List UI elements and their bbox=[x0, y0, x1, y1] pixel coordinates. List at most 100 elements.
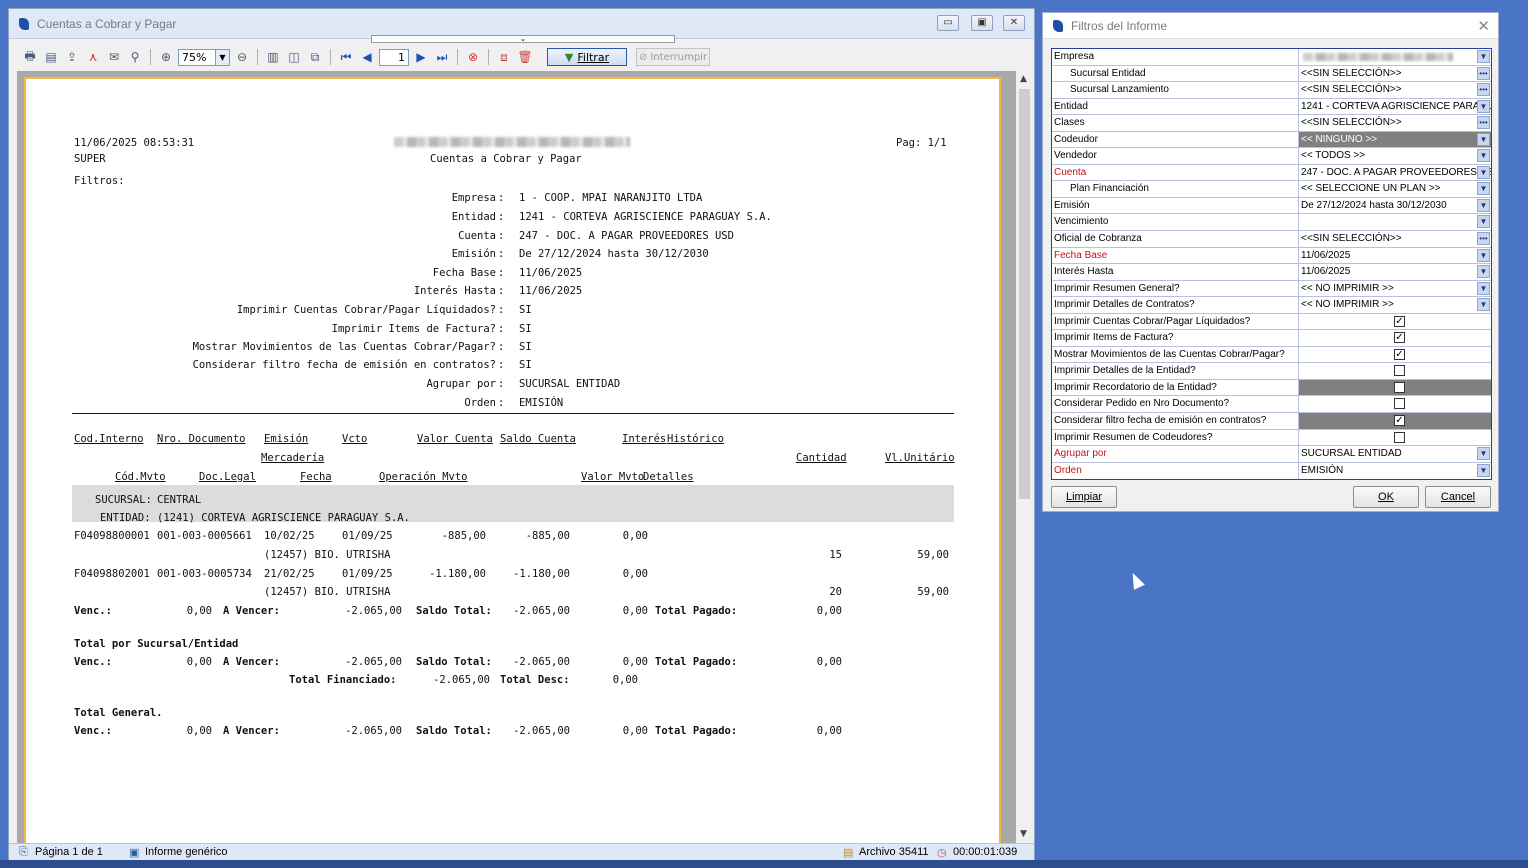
oficial-cobranza-picker[interactable]: <<SIN SELECCIÓN>> ••• bbox=[1299, 231, 1491, 247]
filter-row-codeudor[interactable]: Codeudor << NINGUNO >> ▼ bbox=[1052, 131, 1491, 149]
detalles-contratos-select[interactable]: << NO IMPRIMIR >> ▼ bbox=[1299, 297, 1491, 313]
chevron-down-icon[interactable]: ▼ bbox=[1477, 198, 1490, 212]
ellipsis-icon[interactable]: ••• bbox=[1477, 66, 1490, 80]
filter-row-vendedor[interactable]: Vendedor << TODOS >> ▼ bbox=[1052, 148, 1491, 165]
chevron-down-icon[interactable]: ▼ bbox=[1477, 182, 1490, 196]
filter-row-oficial-cobranza[interactable]: Oficial de Cobranza <<SIN SELECCIÓN>> ••• bbox=[1052, 231, 1491, 248]
chevron-down-icon[interactable]: ▼ bbox=[216, 48, 230, 66]
filter-row-interes-hasta[interactable]: Interés Hasta 11/06/2025 ▼ bbox=[1052, 264, 1491, 281]
empresa-select[interactable]: ▼ bbox=[1299, 49, 1491, 65]
delete-icon[interactable]: 🗑 bbox=[516, 48, 534, 66]
filter-row-entidad[interactable]: Entidad 1241 - CORTEVA AGRISCIENCE PARAG… bbox=[1052, 98, 1491, 116]
two-page-icon[interactable]: ◫ bbox=[285, 48, 303, 66]
stop-icon[interactable]: ⊗ bbox=[464, 48, 482, 66]
codeudor-select[interactable]: << NINGUNO >> ▼ bbox=[1299, 131, 1491, 148]
items-factura-checkbox[interactable]: ✓ bbox=[1394, 332, 1405, 344]
vertical-scrollbar[interactable]: ▲ ▼ bbox=[1016, 71, 1033, 843]
export-icon[interactable]: ⇪ bbox=[63, 48, 81, 66]
plan-financiacion-select[interactable]: << SELECCIONE UN PLAN >> ▼ bbox=[1299, 181, 1491, 197]
filter-row-clases[interactable]: Clases <<SIN SELECCIÓN>> ••• bbox=[1052, 115, 1491, 132]
ellipsis-icon[interactable]: ••• bbox=[1477, 232, 1490, 246]
zoom-out-icon[interactable]: ⊖ bbox=[233, 48, 251, 66]
filter-row-resumen-codeudores[interactable]: Imprimir Resumen de Codeudores? bbox=[1052, 429, 1491, 447]
dialog-title-bar[interactable]: Filtros del Informe ✕ bbox=[1043, 13, 1498, 39]
chevron-down-icon[interactable]: ▼ bbox=[1477, 99, 1490, 113]
resumen-general-select[interactable]: << NO IMPRIMIR >> ▼ bbox=[1299, 281, 1491, 297]
page-input[interactable]: 1 bbox=[379, 48, 409, 66]
maximize-button[interactable]: ▣ bbox=[971, 15, 993, 31]
scroll-down-icon[interactable]: ▼ bbox=[1020, 829, 1027, 839]
sucursal-lanzamiento-picker[interactable]: <<SIN SELECCIÓN>> ••• bbox=[1299, 82, 1491, 98]
close-icon[interactable]: ✕ bbox=[1477, 17, 1490, 35]
single-page-icon[interactable]: ▥ bbox=[264, 48, 282, 66]
filter-row-empresa[interactable]: Empresa ▼ bbox=[1052, 49, 1491, 66]
entidad-select[interactable]: 1241 - CORTEVA AGRISCIENCE PARAGUAY S.A.… bbox=[1299, 99, 1491, 115]
sucursal-entidad-picker[interactable]: <<SIN SELECCIÓN>> ••• bbox=[1299, 66, 1491, 82]
zoom-in-icon[interactable]: ⊕ bbox=[157, 48, 175, 66]
pedido-checkbox[interactable] bbox=[1394, 398, 1405, 410]
filter-row-liquidados[interactable]: Imprimir Cuentas Cobrar/Pagar Líquidados… bbox=[1052, 313, 1491, 331]
fecha-base-select[interactable]: 11/06/2025 ▼ bbox=[1299, 248, 1491, 264]
chevron-down-icon[interactable]: ▼ bbox=[1477, 447, 1490, 461]
filter-row-items-factura[interactable]: Imprimir Items de Factura? ✓ bbox=[1052, 330, 1491, 347]
filter-row-resumen-general[interactable]: Imprimir Resumen General? << NO IMPRIMIR… bbox=[1052, 280, 1491, 298]
filter-row-fecha-base[interactable]: Fecha Base 11/06/2025 ▼ bbox=[1052, 247, 1491, 265]
zoom-select[interactable]: 75% ▼ bbox=[178, 48, 230, 66]
interes-hasta-select[interactable]: 11/06/2025 ▼ bbox=[1299, 264, 1491, 280]
chevron-down-icon[interactable]: ▼ bbox=[1477, 149, 1490, 163]
filter-row-sucursal-entidad[interactable]: Sucursal Entidad <<SIN SELECCIÓN>> ••• bbox=[1052, 65, 1491, 83]
chevron-down-icon[interactable]: ▼ bbox=[1477, 248, 1490, 262]
ok-button[interactable]: OK bbox=[1353, 486, 1419, 508]
chevron-down-icon[interactable]: ▼ bbox=[1477, 132, 1490, 146]
close-button[interactable]: ✕ bbox=[1003, 15, 1025, 31]
chevron-down-icon[interactable]: ▼ bbox=[1477, 463, 1490, 477]
filter-row-emision[interactable]: Emisión De 27/12/2024 hasta 30/12/2030 ▼ bbox=[1052, 197, 1491, 215]
pdf-icon[interactable]: ⋏ bbox=[84, 48, 102, 66]
copy-icon[interactable]: ⧈ bbox=[495, 48, 513, 66]
detalles-entidad-checkbox[interactable] bbox=[1394, 365, 1405, 377]
scroll-up-icon[interactable]: ▲ bbox=[1020, 74, 1027, 84]
filter-row-pedido[interactable]: Considerar Pedido en Nro Documento? bbox=[1052, 396, 1491, 414]
filter-row-movimientos[interactable]: Mostrar Movimientos de las Cuentas Cobra… bbox=[1052, 346, 1491, 364]
chevron-down-icon[interactable]: ▼ bbox=[1477, 281, 1490, 295]
fecha-emision-contratos-checkbox[interactable]: ✓ bbox=[1394, 415, 1405, 427]
save-icon[interactable]: ▤ bbox=[42, 48, 60, 66]
filter-row-vencimiento[interactable]: Vencimiento ▼ bbox=[1052, 214, 1491, 232]
resumen-codeudores-checkbox[interactable] bbox=[1394, 431, 1405, 443]
minimize-button[interactable]: ▭ bbox=[937, 15, 959, 31]
orden-select[interactable]: EMISIÓN ▼ bbox=[1299, 463, 1491, 480]
scroll-thumb[interactable] bbox=[1019, 89, 1030, 499]
chevron-down-icon[interactable]: ▼ bbox=[1477, 165, 1490, 179]
first-page-icon[interactable]: ⏮ bbox=[337, 48, 355, 66]
filter-row-detalles-contratos[interactable]: Imprimir Detalles de Contratos? << NO IM… bbox=[1052, 297, 1491, 314]
movimientos-checkbox[interactable]: ✓ bbox=[1394, 348, 1405, 360]
filter-row-recordatorio[interactable]: Imprimir Recordatorio de la Entidad? bbox=[1052, 379, 1491, 397]
next-page-icon[interactable]: ▶ bbox=[412, 48, 430, 66]
recordatorio-checkbox[interactable] bbox=[1394, 381, 1405, 393]
ellipsis-icon[interactable]: ••• bbox=[1477, 83, 1490, 97]
filter-row-sucursal-lanzamiento[interactable]: Sucursal Lanzamiento <<SIN SELECCIÓN>> ••… bbox=[1052, 82, 1491, 99]
filter-row-agrupar[interactable]: Agrupar por SUCURSAL ENTIDAD ▼ bbox=[1052, 446, 1491, 463]
report-viewer[interactable]: 11/06/2025 08:53:31 SUPER Cuentas a Cobr… bbox=[17, 71, 1017, 843]
limpiar-button[interactable]: Limpiar bbox=[1051, 486, 1117, 508]
cancel-button[interactable]: Cancel bbox=[1425, 486, 1491, 508]
filter-row-cuenta[interactable]: Cuenta 247 - DOC. A PAGAR PROVEEDORES US… bbox=[1052, 164, 1491, 182]
email-icon[interactable]: ✉ bbox=[105, 48, 123, 66]
ellipsis-icon[interactable]: ••• bbox=[1477, 116, 1490, 130]
chevron-down-icon[interactable]: ▼ bbox=[1477, 265, 1490, 279]
filter-row-detalles-entidad[interactable]: Imprimir Detalles de la Entidad? bbox=[1052, 363, 1491, 380]
cuenta-select[interactable]: 247 - DOC. A PAGAR PROVEEDORES USD ▼ bbox=[1299, 165, 1491, 181]
last-page-icon[interactable]: ⏭ bbox=[433, 48, 451, 66]
vendedor-select[interactable]: << TODOS >> ▼ bbox=[1299, 148, 1491, 164]
filter-row-orden[interactable]: Orden EMISIÓN ▼ bbox=[1052, 462, 1491, 480]
agrupar-select[interactable]: SUCURSAL ENTIDAD ▼ bbox=[1299, 446, 1491, 462]
print-icon[interactable]: 🖶 bbox=[21, 48, 39, 66]
prev-page-icon[interactable]: ◀ bbox=[358, 48, 376, 66]
vencimiento-select[interactable]: ▼ bbox=[1299, 214, 1491, 230]
clases-picker[interactable]: <<SIN SELECCIÓN>> ••• bbox=[1299, 115, 1491, 131]
thumbnails-icon[interactable]: ⧉ bbox=[306, 48, 324, 66]
filtrar-button[interactable]: ▼ Filtrar bbox=[547, 48, 627, 66]
chevron-down-icon[interactable]: ▼ bbox=[1477, 215, 1490, 229]
chevron-down-icon[interactable]: ▼ bbox=[1477, 298, 1490, 312]
chevron-down-icon[interactable]: ▼ bbox=[1477, 50, 1490, 63]
